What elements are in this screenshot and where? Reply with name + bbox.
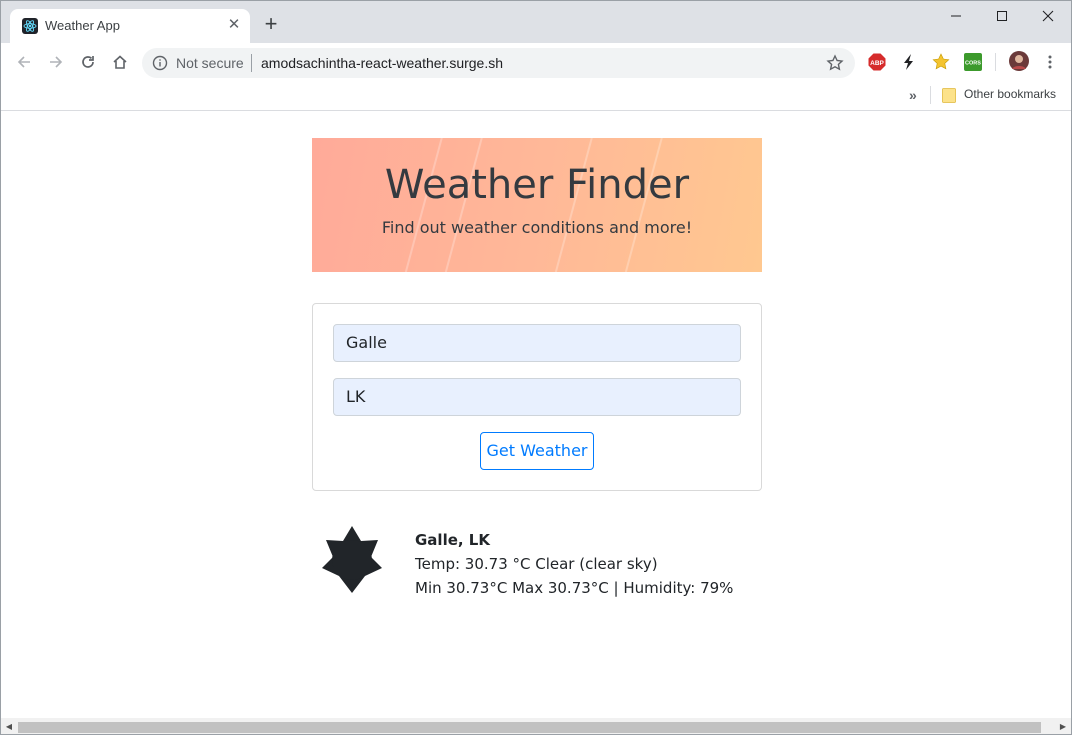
- folder-icon[interactable]: [942, 87, 956, 103]
- svg-text:CORS: CORS: [965, 61, 981, 67]
- page-subtitle: Find out weather conditions and more!: [381, 218, 693, 237]
- profile-avatar[interactable]: [1009, 51, 1029, 71]
- browser-window: Weather App ✕ + Not secure amodsachintha…: [0, 0, 1072, 735]
- tab-title: Weather App: [45, 18, 120, 33]
- security-label: Not secure: [176, 55, 244, 71]
- cors-icon[interactable]: CORS: [964, 53, 982, 71]
- address-divider: [251, 54, 252, 72]
- result-text: Galle, LK Temp: 30.73 °C Clear (clear sk…: [415, 528, 733, 600]
- bookmarks-divider: [930, 86, 931, 104]
- close-window-icon[interactable]: [1025, 1, 1071, 31]
- forward-icon[interactable]: [45, 51, 67, 73]
- hero-banner: Weather Finder Find out weather conditio…: [312, 138, 762, 272]
- address-bar[interactable]: Not secure amodsachintha-react-weather.s…: [142, 48, 855, 78]
- weather-result: Galle, LK Temp: 30.73 °C Clear (clear sk…: [312, 520, 772, 600]
- result-location: Galle, LK: [415, 531, 490, 549]
- menu-kebab-icon[interactable]: [1041, 53, 1059, 71]
- page-title: Weather Finder: [384, 162, 690, 208]
- browser-toolbar: Not secure amodsachintha-react-weather.s…: [1, 43, 1071, 81]
- other-bookmarks-link[interactable]: Other bookmarks: [964, 87, 1056, 101]
- home-icon[interactable]: [109, 51, 131, 73]
- maximize-icon[interactable]: [979, 1, 1025, 31]
- bookmark-star-icon[interactable]: [826, 54, 844, 72]
- url-text[interactable]: amodsachintha-react-weather.surge.sh: [261, 55, 503, 71]
- tab-weather-app[interactable]: Weather App ✕: [10, 9, 250, 43]
- svg-text:ABP: ABP: [870, 60, 884, 67]
- search-form: Galle LK Get Weather: [312, 303, 762, 491]
- scroll-left-icon[interactable]: ◀: [4, 721, 14, 733]
- get-weather-button[interactable]: Get Weather: [480, 432, 594, 470]
- scroll-right-icon[interactable]: ▶: [1058, 721, 1068, 733]
- tab-close-icon[interactable]: ✕: [226, 17, 242, 33]
- reload-icon[interactable]: [77, 51, 99, 73]
- star-extension-icon[interactable]: [932, 53, 950, 71]
- minimize-icon[interactable]: [933, 1, 979, 31]
- horizontal-scrollbar[interactable]: ◀ ▶: [1, 718, 1071, 734]
- react-icon: [22, 18, 38, 34]
- sun-icon: [322, 526, 382, 593]
- scrollbar-thumb[interactable]: [18, 722, 1041, 733]
- result-temperature: Temp: 30.73 °C Clear (clear sky): [415, 555, 658, 573]
- toolbar-divider: [995, 53, 996, 71]
- result-range-humidity: Min 30.73°C Max 30.73°C | Humidity: 79%: [415, 579, 734, 597]
- adblock-plus-icon[interactable]: ABP: [868, 53, 886, 71]
- bookmarks-overflow-icon[interactable]: »: [909, 87, 917, 103]
- page-content: Weather Finder Find out weather conditio…: [1, 112, 1071, 718]
- lightning-icon[interactable]: [900, 53, 918, 71]
- new-tab-icon[interactable]: +: [261, 13, 281, 35]
- info-icon[interactable]: [152, 55, 168, 71]
- tab-strip: Weather App ✕ +: [1, 1, 1071, 43]
- country-input[interactable]: LK: [333, 378, 741, 416]
- city-input[interactable]: Galle: [333, 324, 741, 362]
- bookmarks-bar: » Other bookmarks: [1, 81, 1071, 111]
- back-icon[interactable]: [13, 51, 35, 73]
